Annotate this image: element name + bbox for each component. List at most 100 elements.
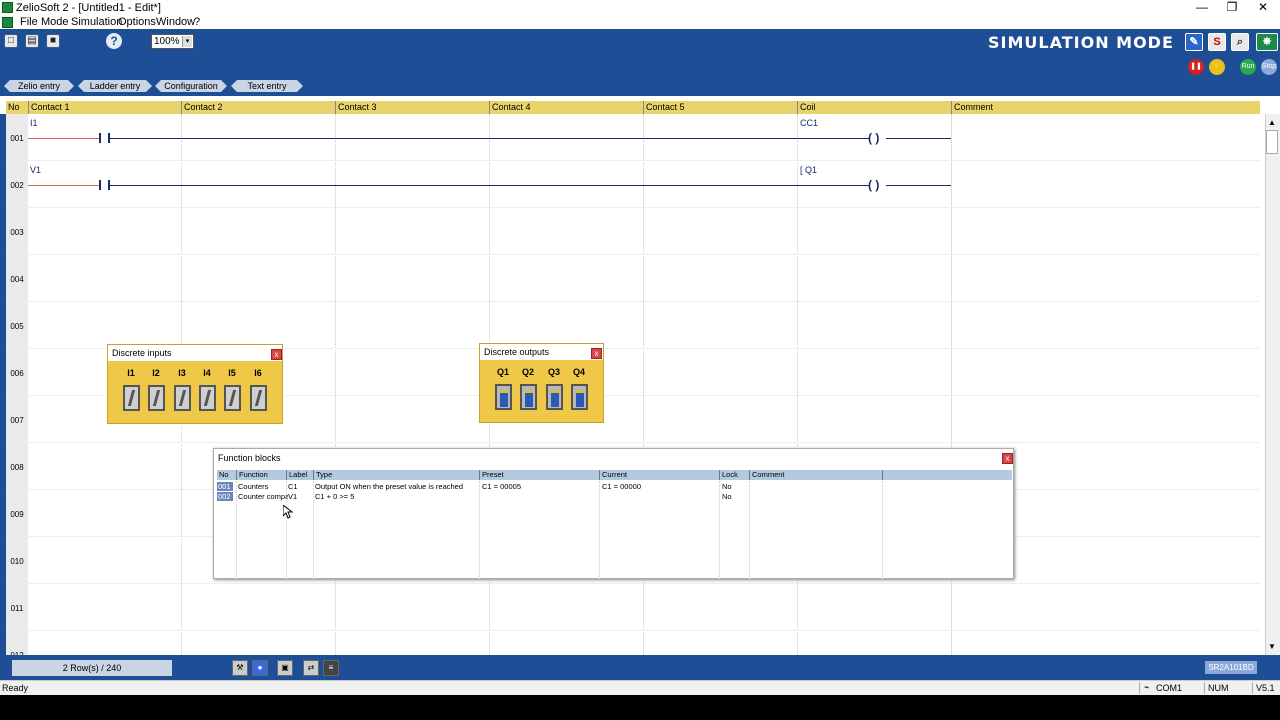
fb-col-preset: Preset [479,470,599,480]
row-count: 2 Row(s) / 240 [12,660,172,676]
input-label: I4 [203,368,211,378]
status-num: NUM [1208,683,1229,693]
close-icon[interactable]: x [1002,453,1013,464]
power-icon[interactable]: ⚡ [1209,59,1225,75]
save-disk-icon[interactable]: ■ [46,34,60,48]
open-folder-icon[interactable]: ▤ [25,34,39,48]
menu-file[interactable]: File [20,16,38,28]
tab-configuration[interactable]: Configuration [155,80,227,92]
help-icon[interactable]: ? [106,33,122,49]
row-number: 006 [6,349,28,395]
minimize-button[interactable]: — [1187,0,1217,15]
input-switch-i6[interactable] [250,385,267,411]
col-no: No [8,102,20,112]
row-number: 002 [6,161,28,207]
coil-label[interactable]: CC1 [800,118,818,128]
status-ready: Ready [2,683,29,693]
controller-model: SR2A101BD [1205,661,1257,674]
table-row[interactable]: 002 Counter compa V1 C1 + 0 >= 5 No [217,492,1012,501]
fb-col-comment: Comment [749,470,882,480]
input-switch-i4[interactable] [199,385,216,411]
window-status-bar [0,680,1280,695]
menu-window[interactable]: Window [156,16,195,28]
globe-icon[interactable]: ● [252,660,268,676]
vertical-scrollbar[interactable]: ▲ ▼ [1265,114,1280,655]
run-button[interactable]: Run [1240,59,1256,75]
output-lamp-q3 [546,384,563,410]
zelio-logo-icon[interactable]: ✵ [1256,33,1278,51]
input-label: I1 [127,368,135,378]
contact-label[interactable]: I1 [30,118,38,128]
col-contact-1: Contact 1 [28,101,181,114]
row-number: 001 [6,114,28,160]
input-switch-i3[interactable] [174,385,191,411]
stop-button[interactable]: Stop [1261,59,1277,75]
output-lamp-q4 [571,384,588,410]
transfer-icon[interactable]: ⇄ [303,660,319,676]
close-button[interactable]: ✕ [1248,0,1278,15]
input-switch-i1[interactable] [123,385,140,411]
menu-help[interactable]: ? [194,16,200,28]
fb-col-no: No [219,470,229,479]
simulation-mode-label: SIMULATION MODE [988,33,1174,52]
row-number: 004 [6,255,28,301]
row-number: 012 [6,631,28,655]
coil-symbol[interactable]: ( ) [868,131,879,145]
title-bar: ZelioSoft 2 - [Untitled1 - Edit*] — ❐ ✕ [0,0,1280,15]
monitoring-icon[interactable]: ⌕ [1231,33,1249,51]
plug-icon: ⌁ [1144,682,1150,692]
rung-wire [28,138,100,139]
zoom-select[interactable]: 100% ▾ [151,34,194,49]
scroll-down-icon[interactable]: ▼ [1268,642,1276,651]
col-contact-5: Contact 5 [643,101,797,114]
scrollbar-thumb[interactable] [1266,130,1278,154]
monitor-icon[interactable]: ▣ [277,660,293,676]
app-icon [2,2,13,13]
module-icon[interactable]: ≡ [323,660,339,676]
rung-wire [886,138,951,139]
col-contact-3: Contact 3 [335,101,489,114]
pause-icon[interactable]: ❚❚ [1188,59,1204,75]
function-blocks-window: Function blocks x No Function Label Type… [213,448,1014,579]
table-row[interactable]: 001 Counters C1 Output ON when the prese… [217,482,1012,491]
menu-mode[interactable]: Mode [41,16,69,28]
edit-mode-icon[interactable]: ✎ [1185,33,1203,51]
input-switch-i5[interactable] [224,385,241,411]
fb-col-current: Current [599,470,719,480]
col-contact-2: Contact 2 [181,101,335,114]
restore-button[interactable]: ❐ [1217,0,1247,15]
fb-col-lock: Lock [719,470,749,480]
mouse-cursor-icon [283,505,293,519]
contact-label[interactable]: V1 [30,165,41,175]
menu-options[interactable]: Options [118,16,156,28]
rung-wire [110,138,870,139]
menu-simulation[interactable]: Simulation [71,16,122,28]
coil-symbol[interactable]: ( ) [868,178,879,192]
row-number: 003 [6,208,28,254]
discrete-outputs-panel: Discrete outputs x Q1 Q2 Q3 Q4 [479,343,604,423]
status-port: COM1 [1156,683,1183,693]
status-version: V5.1 [1256,683,1275,693]
row-number: 008 [6,443,28,489]
row-number: 009 [6,490,28,536]
program-icon[interactable]: ⚒ [232,660,248,676]
tab-ladder-entry[interactable]: Ladder entry [78,80,152,92]
input-label: I5 [228,368,236,378]
contact-symbol[interactable] [99,180,101,190]
new-file-icon[interactable]: □ [4,34,18,48]
simulation-s-icon[interactable]: S [1208,33,1226,51]
close-icon[interactable]: x [271,349,282,360]
close-icon[interactable]: x [591,348,602,359]
fb-col-label: Label [286,470,313,480]
window-title: ZelioSoft 2 - [Untitled1 - Edit*] [16,2,161,14]
scroll-up-icon[interactable]: ▲ [1268,118,1276,127]
contact-symbol[interactable] [99,133,101,143]
input-label: I6 [254,368,262,378]
input-switch-i2[interactable] [148,385,165,411]
row-number: 007 [6,396,28,442]
tab-zelio-entry[interactable]: Zelio entry [4,80,74,92]
document-icon [2,17,13,28]
tab-text-entry[interactable]: Text entry [231,80,303,92]
input-label: I2 [152,368,160,378]
coil-label[interactable]: [ Q1 [800,165,817,175]
